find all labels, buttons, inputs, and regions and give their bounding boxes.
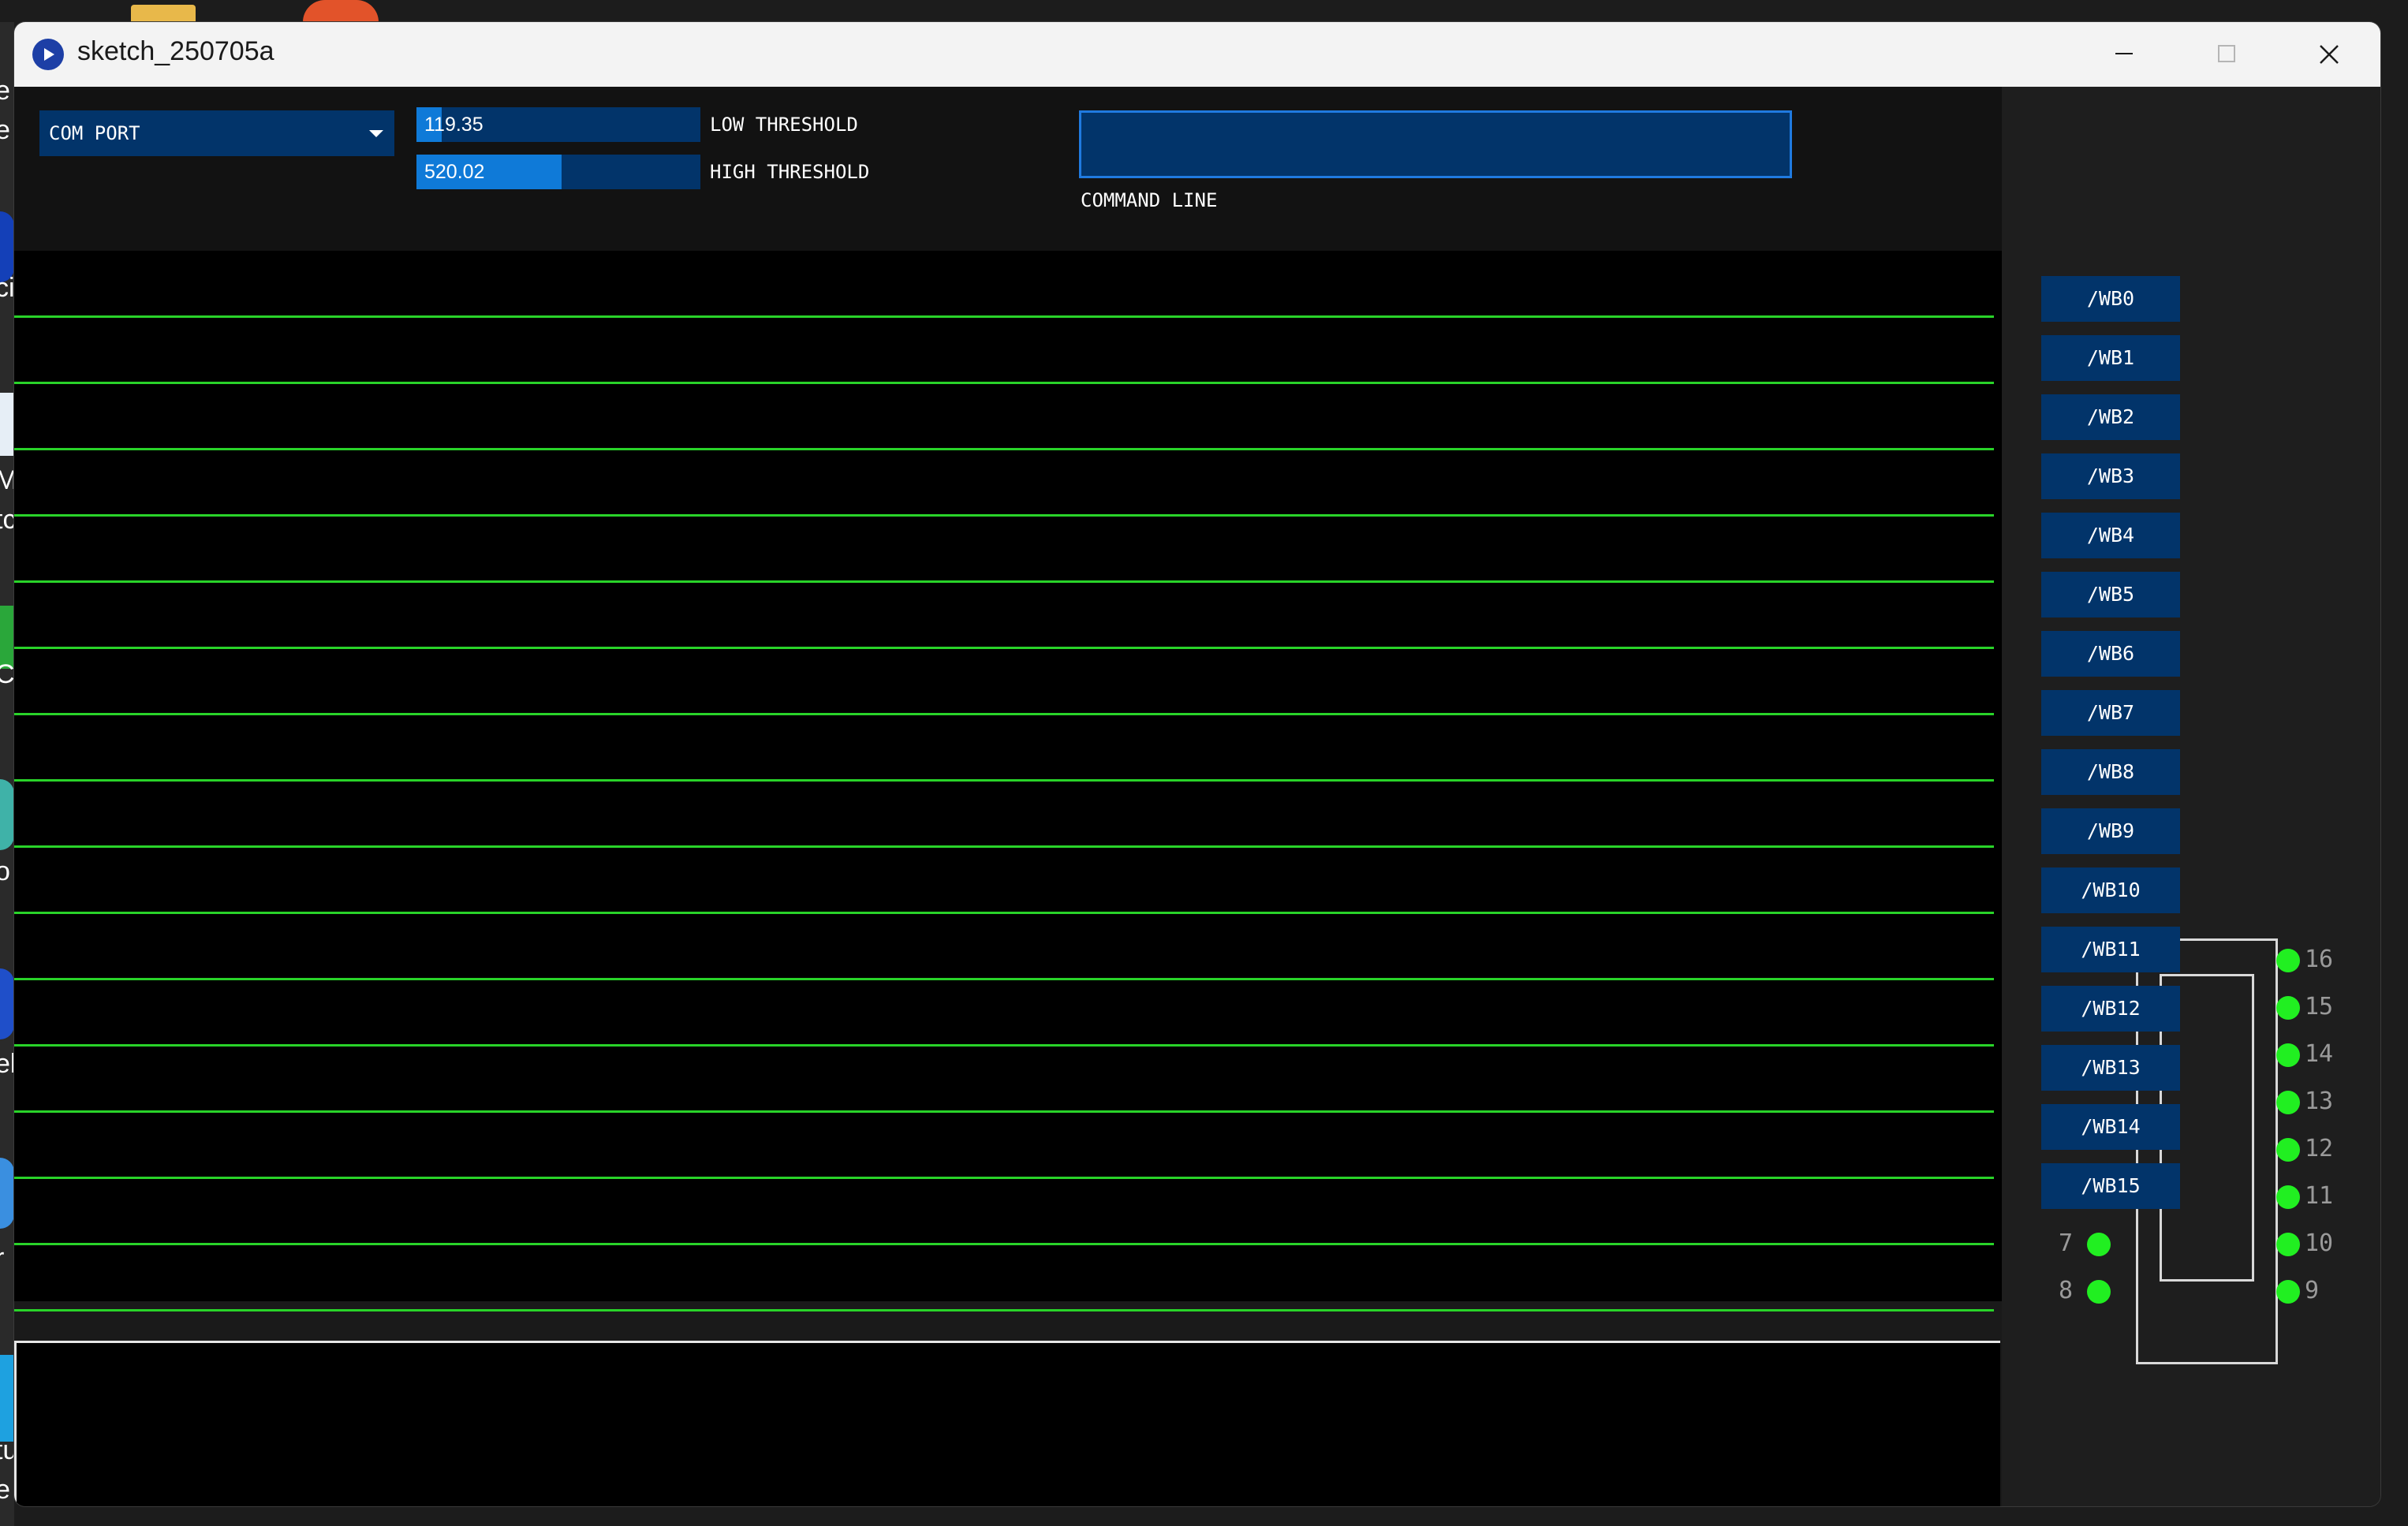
pin-led-16 xyxy=(2276,949,2300,972)
desktop-label-fragment: o xyxy=(0,856,10,886)
plot-line-6 xyxy=(14,713,1994,715)
plot-line-8 xyxy=(14,845,1994,848)
pin-number-12: 12 xyxy=(2305,1135,2334,1162)
sketch-canvas: COM PORT 119.35 LOW THRESHOLD 520.02 HIG… xyxy=(14,87,2380,1506)
plot-line-5 xyxy=(14,647,1994,649)
wb-button-2[interactable]: /WB2 xyxy=(2041,394,2180,440)
desktop-label-fragment: e xyxy=(0,76,10,106)
console-output[interactable] xyxy=(14,1341,2000,1506)
wb-button-1[interactable]: /WB1 xyxy=(2041,335,2180,381)
pin-number-15: 15 xyxy=(2305,993,2334,1020)
app-window: sketch_250705a COM PORT 119.35 LOW THRES… xyxy=(14,22,2380,1506)
plot-line-2 xyxy=(14,448,1994,450)
command-line-label: COMMAND LINE xyxy=(1081,189,1218,211)
low-threshold-slider[interactable]: 119.35 xyxy=(416,107,700,142)
com-port-dropdown[interactable]: COM PORT xyxy=(39,110,394,156)
wb-button-5[interactable]: /WB5 xyxy=(2041,572,2180,617)
chevron-down-icon xyxy=(369,130,383,137)
pin-led-15 xyxy=(2276,996,2300,1020)
pin-number-13: 13 xyxy=(2305,1088,2334,1115)
wb-button-10[interactable]: /WB10 xyxy=(2041,867,2180,913)
wb-button-0[interactable]: /WB0 xyxy=(2041,276,2180,322)
plot-line-4 xyxy=(14,580,1994,583)
plot-line-7 xyxy=(14,779,1994,782)
high-threshold-label: HIGH THRESHOLD xyxy=(710,161,870,183)
minimize-button[interactable] xyxy=(2073,22,2175,87)
desktop-shortcut-icon[interactable] xyxy=(0,779,14,850)
com-port-label: COM PORT xyxy=(49,122,140,144)
desktop-left-strip xyxy=(0,22,14,1526)
low-threshold-value: 119.35 xyxy=(424,114,483,136)
wb-button-13[interactable]: /WB13 xyxy=(2041,1045,2180,1091)
plot-line-9 xyxy=(14,912,1994,914)
maximize-icon xyxy=(2218,45,2235,62)
pin-led-7 xyxy=(2087,1233,2111,1256)
wb-sidebar: 16 15 14 13 12 11 10 9 7 8/WB0/WB1/WB2/WB3/WB4/WB… xyxy=(2002,87,2380,1506)
plot-line-12 xyxy=(14,1110,1994,1113)
plot-line-3 xyxy=(14,514,1994,517)
desktop-shortcut-icon[interactable] xyxy=(0,968,14,1039)
wb-button-8[interactable]: /WB8 xyxy=(2041,749,2180,795)
desktop-label-fragment: C xyxy=(0,659,15,689)
close-icon xyxy=(2320,45,2339,64)
desktop-shortcut-icon[interactable] xyxy=(0,393,14,456)
desktop-label-fragment: r xyxy=(0,1243,4,1274)
wb-button-15[interactable]: /WB15 xyxy=(2041,1163,2180,1209)
plot-line-14 xyxy=(14,1243,1994,1245)
desktop-folder-icon[interactable] xyxy=(131,5,196,22)
wb-button-9[interactable]: /WB9 xyxy=(2041,808,2180,854)
wb-button-3[interactable]: /WB3 xyxy=(2041,453,2180,499)
desktop-shortcut-icon[interactable] xyxy=(0,1355,14,1442)
desktop-label-fragment: e xyxy=(0,115,10,145)
processing-app-icon xyxy=(32,39,64,70)
desktop-label-fragment: ci xyxy=(0,273,15,303)
plot-line-13 xyxy=(14,1177,1994,1179)
pin-led-8 xyxy=(2087,1280,2111,1304)
signal-plot-area xyxy=(14,251,2002,1311)
wb-button-12[interactable]: /WB12 xyxy=(2041,986,2180,1032)
desktop-shortcut-icon[interactable] xyxy=(0,211,14,282)
plot-line-1 xyxy=(14,382,1994,384)
low-threshold-label: LOW THRESHOLD xyxy=(710,114,858,136)
window-title: sketch_250705a xyxy=(77,36,274,66)
high-threshold-value: 520.02 xyxy=(424,161,485,183)
minimize-icon xyxy=(2115,53,2133,54)
pin-number-11: 11 xyxy=(2305,1182,2334,1210)
pin-led-13 xyxy=(2276,1091,2300,1114)
pin-number-9: 9 xyxy=(2305,1277,2320,1304)
plot-line-10 xyxy=(14,978,1994,980)
wb-button-6[interactable]: /WB6 xyxy=(2041,631,2180,677)
high-threshold-slider[interactable]: 520.02 xyxy=(416,155,700,189)
plot-line-11 xyxy=(14,1044,1994,1047)
maximize-button[interactable] xyxy=(2175,22,2278,87)
desktop-app-icon[interactable] xyxy=(303,0,379,22)
pin-number-16: 16 xyxy=(2305,946,2334,973)
plot-line-0 xyxy=(14,315,1994,318)
title-bar[interactable]: sketch_250705a xyxy=(14,22,2380,87)
pin-number-7: 7 xyxy=(2059,1229,2074,1257)
wb-button-7[interactable]: /WB7 xyxy=(2041,690,2180,736)
wb-button-14[interactable]: /WB14 xyxy=(2041,1104,2180,1150)
close-button[interactable] xyxy=(2278,22,2380,87)
desktop-shortcut-icon[interactable] xyxy=(0,1158,14,1229)
pin-number-8: 8 xyxy=(2059,1277,2074,1304)
pin-led-9 xyxy=(2276,1280,2300,1304)
pin-number-14: 14 xyxy=(2305,1040,2334,1068)
plot-line-15 xyxy=(14,1309,1994,1311)
pin-number-10: 10 xyxy=(2305,1229,2334,1257)
pin-led-14 xyxy=(2276,1043,2300,1067)
wb-button-11[interactable]: /WB11 xyxy=(2041,927,2180,972)
pin-led-12 xyxy=(2276,1138,2300,1162)
control-bar: COM PORT 119.35 LOW THRESHOLD 520.02 HIG… xyxy=(14,87,2002,251)
command-line-input[interactable] xyxy=(1079,110,1792,178)
desktop-label-fragment: e xyxy=(0,1475,10,1505)
pin-led-11 xyxy=(2276,1185,2300,1209)
pin-led-10 xyxy=(2276,1233,2300,1256)
wb-button-4[interactable]: /WB4 xyxy=(2041,513,2180,558)
